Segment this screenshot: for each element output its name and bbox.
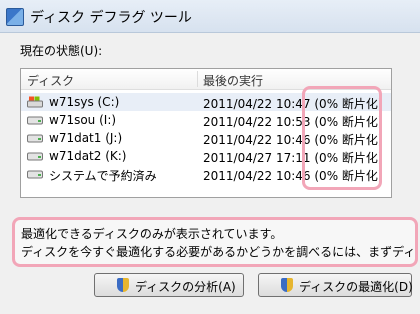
title-bar: ディスク デフラグ ツール <box>0 0 420 33</box>
column-header-last-run[interactable]: 最後の実行 <box>203 72 263 89</box>
drive-icon <box>27 116 43 125</box>
drive-icon <box>27 170 43 179</box>
drive-icon <box>27 152 43 161</box>
window-title: ディスク デフラグ ツール <box>30 10 192 26</box>
uac-shield-icon <box>117 278 129 292</box>
disk-name: w71sys (C:) <box>49 95 120 109</box>
uac-shield-icon <box>281 278 293 292</box>
drive-icon <box>27 134 43 143</box>
column-header-disk[interactable]: ディスク <box>27 72 74 89</box>
defragment-disk-button[interactable]: ディスクの最適化(D) <box>258 273 413 297</box>
system-drive-icon <box>27 96 43 108</box>
info-message-box: 最適化できるディスクのみが表示されています。 ディスクを今すぐ最適化する必要があ… <box>12 217 418 267</box>
column-divider <box>197 71 198 87</box>
info-line-1: 最適化できるディスクのみが表示されています。 <box>21 227 283 241</box>
fragmentation-highlight <box>302 86 382 190</box>
disk-name: システムで予約済み <box>49 169 157 183</box>
disk-name: w71dat2 (K:) <box>49 149 127 163</box>
disk-name: w71dat1 (J:) <box>49 131 123 145</box>
defrag-app-icon <box>6 8 24 26</box>
current-status-label: 現在の状態(U): <box>20 44 103 58</box>
defrag-button-label: ディスクの最適化(D) <box>299 280 413 294</box>
analyze-disk-button[interactable]: ディスクの分析(A) <box>94 273 244 297</box>
disk-name: w71sou (I:) <box>49 113 117 127</box>
analyze-button-label: ディスクの分析(A) <box>135 280 236 294</box>
info-line-2: ディスクを今すぐ最適化する必要があるかどうかを調べるには、まずディスクを分析する… <box>21 245 416 259</box>
